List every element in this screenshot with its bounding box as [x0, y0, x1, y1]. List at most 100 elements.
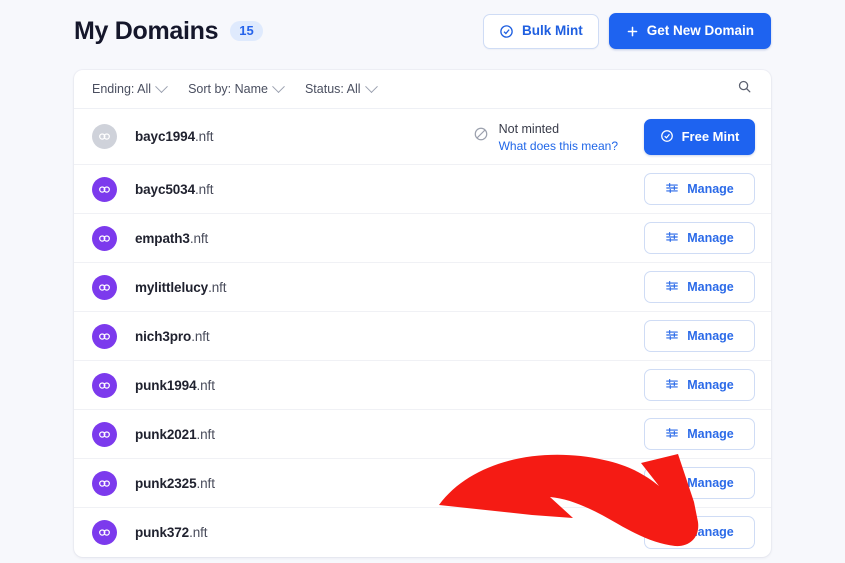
domain-name-label: punk372 [135, 525, 190, 540]
manage-button[interactable]: Manage [644, 319, 755, 353]
mint-status-text: Not minted What does this mean? [499, 119, 618, 155]
row-action: Manage [644, 172, 755, 206]
filter-status[interactable]: Status: All [304, 79, 378, 96]
sliders-icon [665, 181, 679, 198]
avatar [92, 323, 117, 349]
filter-sort-by-label: Sort by: Name [188, 81, 268, 96]
avatar [92, 225, 117, 251]
check-circle-icon [660, 129, 674, 145]
manage-button[interactable]: Manage [644, 368, 755, 402]
domain-name-label: nich3pro [135, 328, 192, 344]
manage-label: Manage [687, 377, 734, 392]
avatar [92, 470, 117, 496]
row-action: Manage [644, 368, 755, 402]
domain-tld: .nft [196, 426, 215, 442]
avatar [92, 520, 117, 545]
table-row[interactable]: bayc1994.nft Not minted What does this m… [74, 109, 771, 165]
domain-tld: .nft [191, 328, 210, 344]
domain-name: punk2021.nft [135, 427, 215, 442]
domain-name-label: punk2325 [135, 475, 197, 491]
domain-tld: .nft [189, 525, 208, 540]
sliders-icon [665, 377, 679, 394]
table-row[interactable]: punk372.nft Manage [74, 508, 771, 557]
row-action: Manage [644, 221, 755, 255]
row-action: Manage [644, 417, 755, 451]
status-label: Not minted [498, 121, 560, 136]
domain-tld: .nft [189, 230, 209, 246]
manage-button[interactable]: Manage [644, 516, 755, 549]
page-header: My Domains 15 Bulk Mint Get New Domain [0, 0, 845, 62]
search-button[interactable] [733, 78, 755, 100]
domain-name-label: punk1994 [135, 377, 197, 393]
manage-button[interactable]: Manage [644, 172, 755, 206]
manage-button[interactable]: Manage [644, 466, 755, 500]
domain-name-label: punk2021 [135, 426, 197, 442]
manage-button[interactable]: Manage [644, 417, 755, 451]
table-row[interactable]: punk1994.nft Manage [74, 361, 771, 410]
domain-tld: .nft [196, 475, 215, 491]
sliders-icon [665, 426, 679, 443]
domain-name: punk2325.nft [135, 476, 215, 491]
sliders-icon [665, 328, 679, 345]
table-row[interactable]: nich3pro.nft Manage [74, 312, 771, 361]
manage-label: Manage [687, 230, 734, 245]
title-group: My Domains 15 [74, 17, 263, 46]
avatar [92, 124, 117, 149]
chevron-down-icon [272, 79, 285, 93]
domain-name: nich3pro.nft [135, 329, 210, 344]
filter-status-label: Status: All [304, 81, 361, 96]
get-new-domain-label: Get New Domain [646, 23, 754, 39]
domain-tld: .nft [196, 377, 215, 393]
domain-name-label: mylittlelucy [135, 279, 209, 295]
domain-name: empath3.nft [135, 231, 208, 246]
sliders-icon [665, 475, 679, 492]
manage-button[interactable]: Manage [644, 270, 755, 304]
sliders-icon [665, 279, 679, 296]
bulk-mint-label: Bulk Mint [521, 23, 583, 39]
header-actions: Bulk Mint Get New Domain [482, 13, 771, 49]
table-row[interactable]: punk2021.nft Manage [74, 410, 771, 459]
row-action: Manage [644, 466, 755, 500]
filter-sort-by[interactable]: Sort by: Name [188, 79, 285, 96]
domain-name: bayc1994.nft [135, 129, 213, 144]
domain-count-badge: 15 [230, 21, 263, 41]
table-row[interactable]: punk2325.nft Manage [74, 459, 771, 508]
chevron-down-icon [155, 79, 168, 93]
free-mint-button[interactable]: Free Mint [644, 118, 755, 155]
mint-status: Not minted What does this mean? [473, 119, 618, 155]
domain-tld: .nft [195, 129, 214, 144]
filter-ending[interactable]: Ending: All [92, 79, 168, 96]
manage-label: Manage [687, 475, 734, 490]
sliders-icon [665, 230, 679, 247]
table-row[interactable]: empath3.nft Manage [74, 214, 771, 263]
avatar [92, 421, 117, 447]
check-circle-icon [499, 24, 514, 39]
bulk-mint-button[interactable]: Bulk Mint [482, 13, 599, 49]
domain-name: bayc5034.nft [135, 182, 213, 197]
manage-label: Manage [687, 426, 734, 441]
domain-name-label: empath3 [135, 230, 190, 246]
page-title: My Domains [74, 16, 219, 45]
domain-name: mylittlelucy.nft [135, 279, 227, 295]
chevron-down-icon [364, 79, 378, 93]
sliders-icon [665, 524, 679, 541]
search-icon [737, 79, 752, 99]
table-row[interactable]: mylittlelucy.nft Manage [74, 263, 771, 312]
free-mint-label: Free Mint [681, 129, 740, 144]
domains-card: Ending: All Sort by: Name Status: All ba… [74, 70, 771, 557]
domain-name: punk1994.nft [135, 378, 215, 393]
row-action: Manage [644, 516, 755, 549]
what-does-this-mean-link[interactable]: What does this mean? [499, 139, 618, 154]
domain-name-label: bayc5034 [135, 181, 196, 197]
domain-name-label: bayc1994 [135, 129, 196, 144]
my-domains-page: My Domains 15 Bulk Mint Get New Domain E… [0, 0, 845, 563]
get-new-domain-button[interactable]: Get New Domain [608, 13, 771, 49]
avatar [92, 176, 117, 202]
manage-label: Manage [687, 279, 734, 294]
row-action: Manage [644, 270, 755, 304]
manage-button[interactable]: Manage [644, 221, 755, 255]
avatar [92, 274, 117, 300]
domain-tld: .nft [195, 181, 214, 197]
table-row[interactable]: bayc5034.nft Manage [74, 165, 771, 214]
domain-name: punk372.nft [135, 525, 208, 540]
